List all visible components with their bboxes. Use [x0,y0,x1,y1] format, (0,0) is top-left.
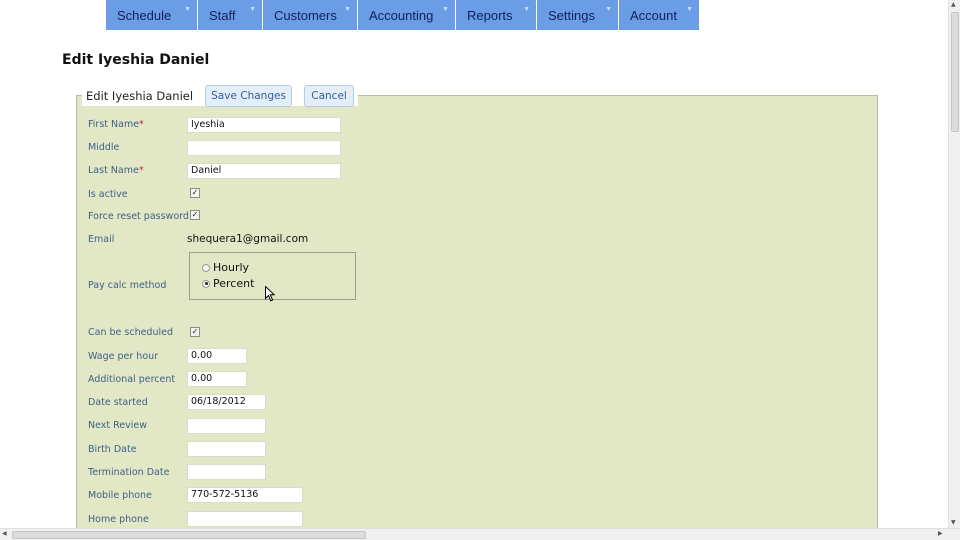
first-name-label-text: First Name [88,119,140,130]
dropdown-arrow-icon: ▼ [344,6,351,13]
birth-date-input[interactable] [187,441,266,457]
dropdown-arrow-icon: ▼ [605,6,612,13]
horizontal-scrollbar[interactable]: ◀ ▶ [0,528,960,540]
radio-button-icon[interactable] [202,263,210,272]
home-phone-label: Home phone [88,514,149,525]
wage-per-hour-input[interactable]: 0.00 [187,348,247,364]
dropdown-arrow-icon: ▼ [184,6,191,13]
nav-item-settings[interactable]: Settings ▼ [537,0,619,30]
radio-label: Percent [213,277,255,290]
dropdown-arrow-icon: ▼ [442,6,449,13]
force-reset-password-label: Force reset password [88,211,189,222]
dropdown-arrow-icon: ▼ [686,6,693,13]
page: Schedule ▼ Staff ▼ Customers ▼ Accountin… [0,0,960,540]
radio-option-percent[interactable]: Percent [202,277,254,290]
form-legend-title: Edit Iyeshia Daniel [86,89,194,103]
main-nav: Schedule ▼ Staff ▼ Customers ▼ Accountin… [106,0,700,30]
additional-percent-label: Additional percent [88,374,176,385]
next-review-input[interactable] [187,418,266,434]
nav-item-reports[interactable]: Reports ▼ [456,0,537,30]
last-name-label-text: Last Name [88,165,139,176]
required-marker: * [139,119,144,130]
nav-item-label: Schedule [117,7,172,23]
middle-name-input[interactable] [187,140,341,156]
mobile-phone-input[interactable]: 770-572-5136 [187,487,303,503]
first-name-label: First Name* [88,119,144,130]
mobile-phone-label: Mobile phone [88,490,152,501]
nav-item-label: Settings [548,7,595,23]
mouse-cursor-icon [265,286,275,302]
dropdown-arrow-icon: ▼ [523,6,530,13]
nav-item-customers[interactable]: Customers ▼ [263,0,358,30]
dropdown-arrow-icon: ▼ [249,6,256,13]
can-be-scheduled-label: Can be scheduled [88,327,173,338]
vertical-scrollbar[interactable]: ▲ ▼ [948,0,960,528]
nav-item-label: Accounting [369,7,434,23]
nav-item-label: Account [630,7,677,23]
birth-date-label: Birth Date [88,444,137,455]
scroll-left-icon[interactable]: ◀ [2,530,7,537]
radio-option-hourly[interactable]: Hourly [202,261,249,274]
termination-date-label: Termination Date [88,467,170,478]
home-phone-input[interactable] [187,511,303,527]
scroll-up-icon[interactable]: ▲ [951,1,956,8]
date-started-input[interactable]: 06/18/2012 [187,394,266,410]
nav-item-schedule[interactable]: Schedule ▼ [106,0,198,30]
form-legend: Edit Iyeshia Daniel Save Changes Cancel [82,85,359,107]
email-value: shequera1@gmail.com [187,233,309,245]
wage-per-hour-label: Wage per hour [88,351,159,362]
save-changes-button[interactable]: Save Changes [205,85,293,107]
email-label: Email [88,234,115,245]
cancel-button[interactable]: Cancel [304,85,355,107]
required-marker: * [138,165,144,176]
additional-percent-input[interactable]: 0.00 [187,371,247,387]
is-active-checkbox[interactable]: ✓ [190,188,200,198]
page-title: Edit Iyeshia Daniel [62,52,210,68]
horizontal-scrollbar-thumb[interactable] [12,531,366,539]
last-name-input[interactable]: Daniel [187,163,341,179]
force-reset-password-checkbox[interactable]: ✓ [190,210,200,220]
scroll-right-icon[interactable]: ▶ [938,530,943,537]
pay-calc-method-label: Pay calc method [88,280,167,291]
can-be-scheduled-checkbox[interactable]: ✓ [190,327,200,337]
radio-button-selected-icon[interactable] [202,279,210,288]
nav-item-label: Reports [467,7,513,23]
nav-item-label: Staff [209,7,236,23]
nav-item-accounting[interactable]: Accounting ▼ [358,0,456,30]
nav-item-label: Customers [274,7,337,23]
next-review-label: Next Review [88,420,148,431]
scroll-down-icon[interactable]: ▼ [951,519,956,526]
is-active-label: Is active [88,189,128,200]
vertical-scrollbar-thumb[interactable] [951,12,959,132]
nav-item-account[interactable]: Account ▼ [619,0,700,30]
nav-item-staff[interactable]: Staff ▼ [198,0,263,30]
middle-name-label: Middle [88,142,120,153]
first-name-input[interactable]: Iyeshia [187,117,341,133]
termination-date-input[interactable] [187,464,266,480]
last-name-label: Last Name* [88,165,144,176]
radio-label: Hourly [213,261,250,274]
date-started-label: Date started [88,397,148,408]
